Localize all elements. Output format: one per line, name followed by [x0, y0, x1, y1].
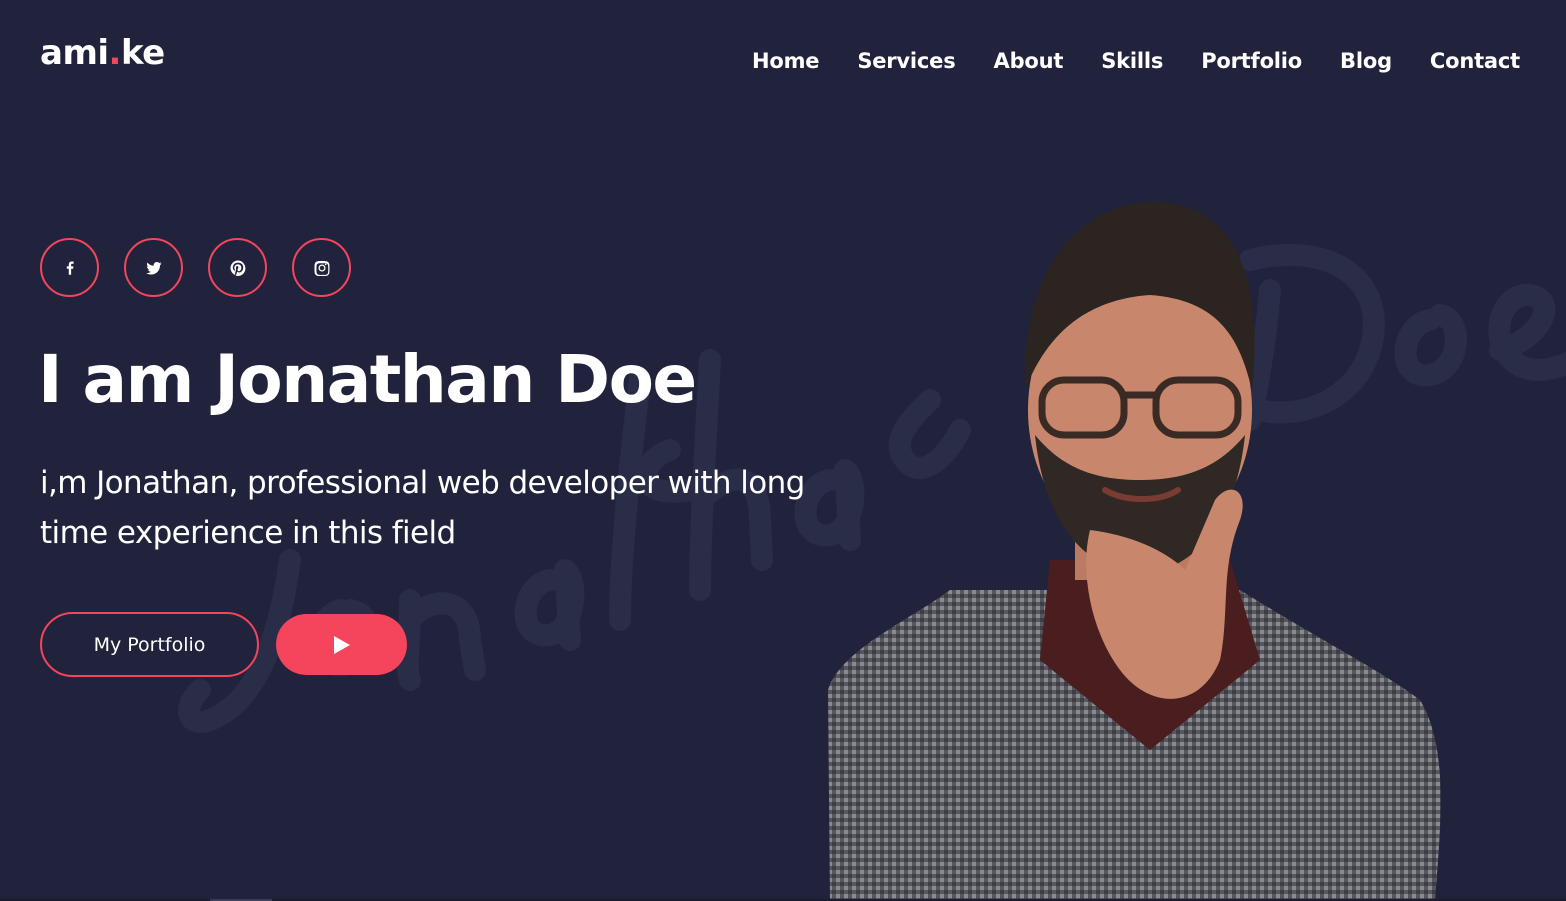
nav-blog[interactable]: Blog	[1340, 47, 1392, 75]
play-video-button[interactable]	[276, 614, 407, 675]
nav-about[interactable]: About	[994, 47, 1064, 75]
twitter-icon	[145, 261, 161, 275]
play-icon	[333, 635, 350, 654]
nav-contact[interactable]: Contact	[1430, 47, 1520, 75]
nav-home[interactable]: Home	[752, 47, 820, 75]
social-links	[40, 238, 351, 297]
instagram-link[interactable]	[292, 238, 351, 297]
nav-skills[interactable]: Skills	[1101, 47, 1163, 75]
logo-part1: ami	[40, 33, 109, 73]
portrait-image	[828, 201, 1441, 901]
hero-description: i,m Jonathan, professional web developer…	[40, 465, 805, 551]
pinterest-icon	[230, 260, 245, 276]
logo[interactable]: ami.ke	[40, 36, 165, 70]
my-portfolio-button[interactable]: My Portfolio	[40, 612, 259, 677]
my-portfolio-label: My Portfolio	[93, 633, 206, 656]
nav-services[interactable]: Services	[857, 47, 955, 75]
facebook-link[interactable]	[40, 238, 99, 297]
instagram-icon	[314, 260, 329, 276]
page: ami.ke Home Services About Skills Portfo…	[0, 0, 1566, 901]
main-nav: Home Services About Skills Portfolio Blo…	[752, 47, 1520, 75]
logo-dot: .	[108, 33, 122, 73]
twitter-link[interactable]	[124, 238, 183, 297]
pinterest-link[interactable]	[208, 238, 267, 297]
hero-title: I am Jonathan Doe	[38, 341, 697, 418]
logo-part2: ke	[120, 33, 165, 73]
nav-portfolio[interactable]: Portfolio	[1201, 47, 1302, 75]
facebook-icon	[66, 260, 74, 275]
